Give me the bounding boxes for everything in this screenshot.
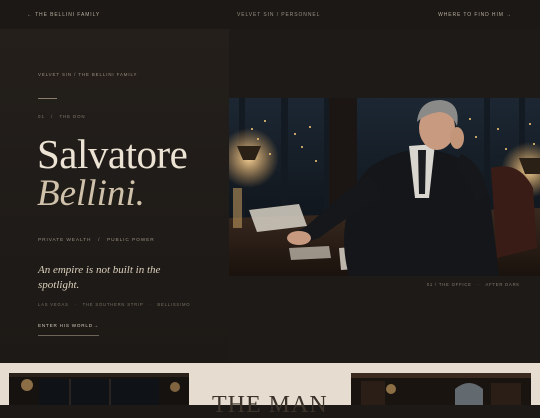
hero-tagline: An empire is not built in the spotlight. [38, 264, 161, 291]
about-section: The Man [0, 363, 540, 417]
hero-places: Las Vegas · The Southern Strip · Belliss… [38, 302, 191, 307]
hero-section: Velvet Sin / The Bellini Family 01 / The… [0, 29, 540, 363]
arrow-right-icon: → [93, 323, 99, 329]
photo-caption: 01 / The Office · After Dark [426, 282, 520, 287]
office-thumbnail [9, 373, 189, 405]
where-to-find-him-link[interactable]: Where to find him → [438, 12, 512, 18]
library-thumbnail [351, 373, 531, 405]
cta-label: Enter his world [38, 323, 93, 328]
hero-photo [229, 98, 540, 276]
hero-last-name: Bellini. [37, 173, 145, 214]
breadcrumb: Velvet Sin / Personnel [237, 12, 321, 18]
back-to-family-link[interactable]: ← The Bellini Family [27, 12, 100, 18]
hero-eyebrow: Velvet Sin / The Bellini Family [38, 72, 138, 77]
section-title: The Man [212, 392, 328, 418]
hero-first-name: Salvatore [37, 131, 188, 177]
top-nav: ← The Bellini Family Velvet Sin / Person… [0, 0, 540, 30]
hero-text-panel: Velvet Sin / The Bellini Family 01 / The… [0, 29, 229, 363]
divider [38, 98, 57, 99]
hero-index: 01 / The Don [38, 114, 86, 119]
hero-meta: Private Wealth / Public Power [38, 238, 155, 243]
enter-his-world-link[interactable]: Enter his world → [38, 323, 99, 336]
